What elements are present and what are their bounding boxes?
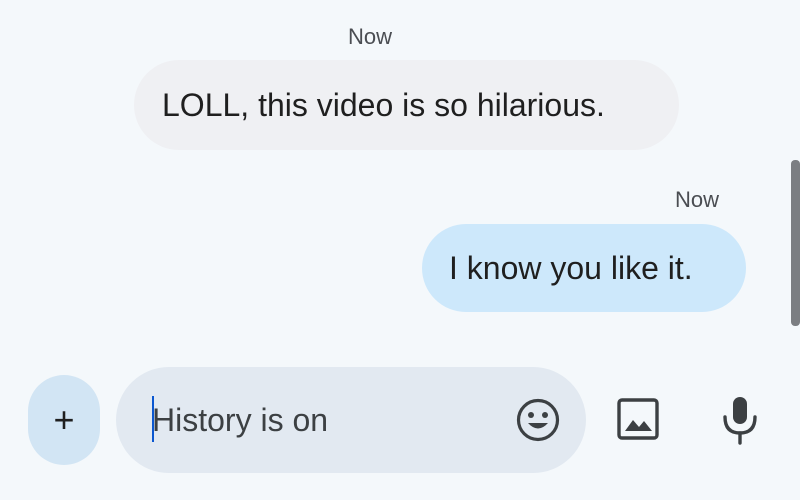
message-text: I know you like it.	[449, 250, 693, 286]
incoming-message-bubble[interactable]: LOLL, this video is so hilarious.	[134, 60, 679, 150]
image-icon[interactable]	[616, 397, 660, 441]
emoji-icon[interactable]	[515, 397, 561, 443]
outgoing-message-bubble[interactable]: I know you like it.	[422, 224, 746, 312]
message-text: LOLL, this video is so hilarious.	[162, 87, 605, 123]
message-timestamp: Now	[348, 24, 393, 49]
mic-icon[interactable]	[718, 395, 762, 445]
compose-field[interactable]	[116, 367, 586, 473]
scrollbar-thumb[interactable]	[791, 160, 800, 326]
message-timestamp: Now	[675, 187, 720, 212]
message-input[interactable]	[152, 393, 492, 447]
attach-button[interactable]: +	[28, 375, 100, 465]
